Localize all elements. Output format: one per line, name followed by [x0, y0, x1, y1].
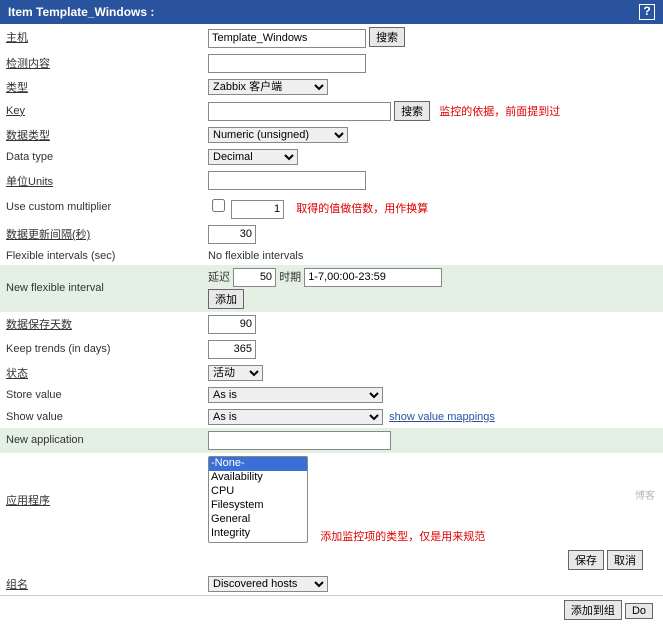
host-input[interactable] [208, 29, 366, 48]
app-option[interactable]: Availability [209, 471, 307, 485]
key-search-button[interactable]: 搜索 [394, 101, 430, 121]
app-option[interactable]: -None- [209, 457, 307, 471]
label-units: 单位Units [0, 168, 202, 193]
label-history: 数据保存天数 [0, 312, 202, 337]
groupname-select[interactable]: Discovered hosts [208, 576, 328, 592]
app-option[interactable]: Integrity [209, 527, 307, 541]
watermark: 博客 [635, 487, 655, 502]
flexdelay-input[interactable] [233, 268, 276, 287]
label-trends: Keep trends (in days) [0, 337, 202, 362]
label-type: 类型 [0, 76, 202, 98]
label-key: Key [0, 98, 202, 125]
label-delay: 数据更新间隔(秒) [0, 222, 202, 247]
delay-input[interactable] [208, 225, 256, 244]
units-input[interactable] [208, 171, 366, 190]
newapp-input[interactable] [208, 431, 391, 450]
flex-none: No flexible intervals [202, 247, 663, 265]
key-input[interactable] [208, 102, 391, 121]
annot-apps: 添加监控项的类型，仅是用来规范 [320, 531, 485, 543]
label-multiplier: Use custom multiplier [0, 193, 202, 222]
flexdelay-label: 延迟 [208, 271, 230, 283]
trends-input[interactable] [208, 340, 256, 359]
showvalue-select[interactable]: As is [208, 409, 383, 425]
history-input[interactable] [208, 315, 256, 334]
annot-mult: 取得的值做倍数，用作换算 [296, 203, 428, 215]
page-title: Item Template_Windows : [8, 5, 154, 19]
cancel-button[interactable]: 取消 [607, 550, 643, 570]
label-apps: 应用程序 [0, 453, 202, 547]
flexperiod-input[interactable] [304, 268, 442, 287]
app-option[interactable]: General [209, 513, 307, 527]
flex-add-button[interactable]: 添加 [208, 289, 244, 309]
label-desc: 检测内容 [0, 51, 202, 76]
multiplier-checkbox[interactable] [212, 199, 225, 212]
label-infotype: 数据类型 [0, 124, 202, 146]
label-newapp: New application [0, 428, 202, 453]
label-newflex: New flexible interval [0, 265, 202, 312]
datatype-select[interactable]: Decimal [208, 149, 298, 165]
do-button[interactable]: Do [625, 603, 653, 619]
applications-select[interactable]: -None-AvailabilityCPUFilesystemGeneralIn… [208, 456, 308, 543]
label-host: 主机 [0, 24, 202, 51]
app-option[interactable]: CPU [209, 485, 307, 499]
label-groupname: 组名 [0, 573, 202, 595]
type-select[interactable]: Zabbix 客户端 [208, 79, 328, 95]
label-status: 状态 [0, 362, 202, 384]
annot-key: 监控的依据，前面提到过 [439, 106, 560, 118]
desc-input[interactable] [208, 54, 366, 73]
host-search-button[interactable]: 搜索 [369, 27, 405, 47]
multiplier-input[interactable] [231, 200, 284, 219]
label-datatype: Data type [0, 146, 202, 168]
flexperiod-label: 时期 [279, 271, 301, 283]
label-showv: Show value [0, 406, 202, 428]
add-to-list-button[interactable]: 添加到组 [564, 600, 622, 620]
save-button[interactable]: 保存 [568, 550, 604, 570]
help-icon[interactable]: ? [639, 4, 655, 20]
app-option[interactable]: Filesystem [209, 499, 307, 513]
label-storev: Store value [0, 384, 202, 406]
status-select[interactable]: 活动 [208, 365, 263, 381]
storevalue-select[interactable]: As is [208, 387, 383, 403]
label-flex: Flexible intervals (sec) [0, 247, 202, 265]
show-value-mappings-link[interactable]: show value mappings [389, 411, 495, 423]
infotype-select[interactable]: Numeric (unsigned) [208, 127, 348, 143]
